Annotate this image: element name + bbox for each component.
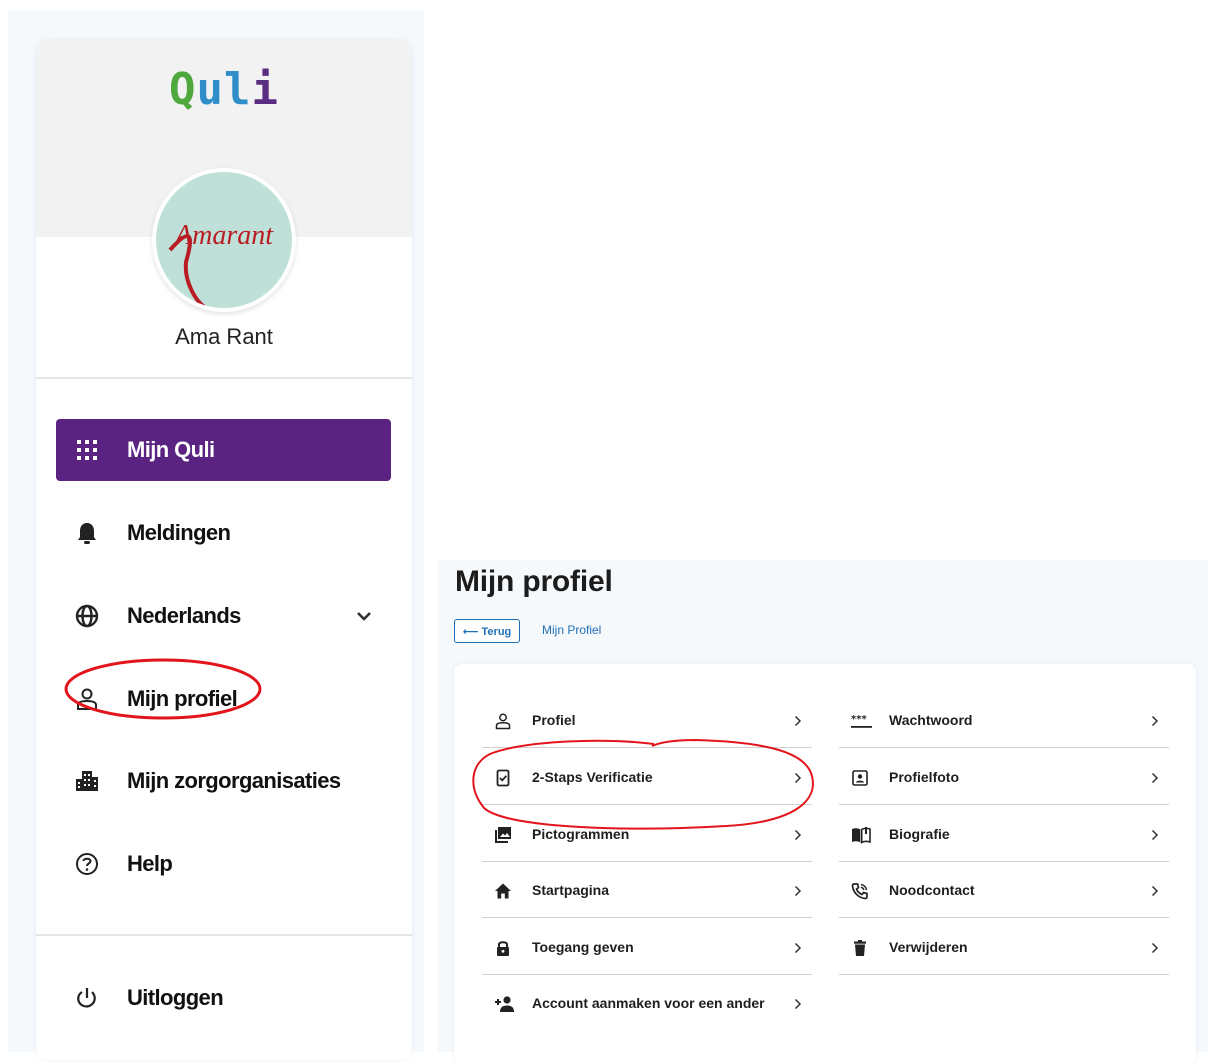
breadcrumb[interactable]: Mijn Profiel bbox=[542, 623, 601, 637]
globe-icon bbox=[75, 604, 99, 628]
chevron-right-icon bbox=[794, 998, 802, 1010]
phone-icon bbox=[851, 883, 868, 900]
sidebar-background: Quli Amarant Ama Rant Mijn Quli Meldinge… bbox=[8, 10, 424, 1060]
chevron-right-icon bbox=[1151, 942, 1159, 954]
nav-item-mijn-profiel[interactable]: Mijn profiel bbox=[56, 668, 391, 730]
menu-item-label: Startpagina bbox=[532, 882, 610, 898]
lock-icon bbox=[497, 941, 509, 956]
menu-item-profiel[interactable]: Profiel bbox=[482, 692, 812, 748]
menu-item-profielfoto[interactable]: Profielfoto bbox=[839, 749, 1169, 805]
help-icon bbox=[76, 853, 98, 875]
menu-item-account-aanmaken[interactable]: Account aanmaken voor een ander bbox=[482, 975, 812, 1031]
menu-item-label: Account aanmaken voor een ander bbox=[532, 995, 765, 1011]
nav-label: Mijn zorgorganisaties bbox=[127, 768, 341, 793]
svg-text:***: *** bbox=[851, 714, 867, 725]
menu-item-label: Wachtwoord bbox=[889, 712, 973, 728]
divider bbox=[36, 377, 412, 379]
grid-icon bbox=[77, 440, 97, 460]
sidebar: Quli Amarant Ama Rant Mijn Quli Meldinge… bbox=[36, 40, 412, 1060]
back-button[interactable]: ⟵ Terug bbox=[454, 619, 520, 643]
nav-label: Help bbox=[127, 851, 173, 876]
chevron-right-icon bbox=[794, 715, 802, 727]
images-icon bbox=[495, 827, 511, 843]
menu-item-verwijderen[interactable]: Verwijderen bbox=[839, 919, 1169, 975]
chevron-right-icon bbox=[794, 772, 802, 784]
page-title: Mijn profiel bbox=[455, 565, 613, 598]
menu-item-label: Toegang geven bbox=[532, 939, 634, 955]
chevron-right-icon bbox=[1151, 885, 1159, 897]
chevron-right-icon bbox=[1151, 715, 1159, 727]
menu-item-noodcontact[interactable]: Noodcontact bbox=[839, 862, 1169, 918]
user-name: Ama Rant bbox=[175, 324, 273, 349]
menu-item-startpagina[interactable]: Startpagina bbox=[482, 862, 812, 918]
person-icon bbox=[495, 713, 511, 730]
buildings-icon bbox=[76, 771, 98, 791]
nav-item-language[interactable]: Nederlands bbox=[56, 585, 391, 647]
nav-label: Mijn Quli bbox=[127, 437, 215, 462]
add-person-icon bbox=[495, 996, 514, 1012]
logout-button[interactable]: Uitloggen bbox=[56, 967, 391, 1029]
menu-item-label: Verwijderen bbox=[889, 939, 968, 955]
menu-item-label: Noodcontact bbox=[889, 882, 975, 898]
menu-item-label: Pictogrammen bbox=[532, 826, 630, 842]
avatar[interactable]: Amarant bbox=[152, 168, 296, 312]
menu-item-label: Biografie bbox=[889, 826, 950, 842]
password-icon: *** bbox=[851, 714, 872, 728]
power-icon bbox=[77, 988, 96, 1008]
nav-item-mijn-quli[interactable]: Mijn Quli bbox=[56, 419, 391, 481]
menu-item-label: 2-Staps Verificatie bbox=[532, 769, 653, 785]
verify-icon bbox=[496, 769, 510, 787]
menu-item-label: Profielfoto bbox=[889, 769, 959, 785]
person-icon bbox=[77, 688, 97, 710]
menu-item-2-staps-verificatie[interactable]: 2-Staps Verificatie bbox=[482, 749, 812, 805]
avatar-logo-text: Amarant bbox=[175, 220, 273, 251]
divider bbox=[36, 934, 412, 936]
menu-item-wachtwoord[interactable]: *** Wachtwoord bbox=[839, 692, 1169, 748]
portrait-icon bbox=[852, 770, 868, 786]
menu-item-pictogrammen[interactable]: Pictogrammen bbox=[482, 806, 812, 862]
quli-logo[interactable]: Quli bbox=[36, 62, 412, 118]
chevron-down-icon[interactable] bbox=[355, 609, 373, 623]
nav-label: Meldingen bbox=[127, 520, 231, 545]
nav-item-meldingen[interactable]: Meldingen bbox=[56, 502, 391, 564]
chevron-right-icon bbox=[1151, 772, 1159, 784]
book-icon bbox=[852, 827, 871, 844]
chevron-right-icon bbox=[1151, 829, 1159, 841]
chevron-right-icon bbox=[794, 829, 802, 841]
menu-item-biografie[interactable]: Biografie bbox=[839, 806, 1169, 862]
home-icon bbox=[495, 883, 511, 899]
avatar-image: Amarant bbox=[156, 172, 292, 308]
chevron-right-icon bbox=[794, 885, 802, 897]
bell-icon bbox=[78, 523, 96, 544]
chevron-right-icon bbox=[794, 942, 802, 954]
trash-icon bbox=[854, 940, 866, 956]
nav-item-zorgorganisaties[interactable]: Mijn zorgorganisaties bbox=[56, 750, 391, 812]
nav-item-help[interactable]: Help bbox=[56, 833, 391, 895]
profile-page: Mijn profiel ⟵ Terug Mijn Profiel Profie… bbox=[438, 560, 1208, 1064]
menu-item-toegang-geven[interactable]: Toegang geven bbox=[482, 919, 812, 975]
nav-label: Mijn profiel bbox=[127, 686, 238, 711]
profile-menu-card: Profiel 2-Staps Verificatie Pictogrammen bbox=[454, 664, 1196, 1064]
logout-label: Uitloggen bbox=[127, 985, 224, 1010]
nav-label: Nederlands bbox=[127, 603, 241, 628]
menu-item-label: Profiel bbox=[532, 712, 576, 728]
